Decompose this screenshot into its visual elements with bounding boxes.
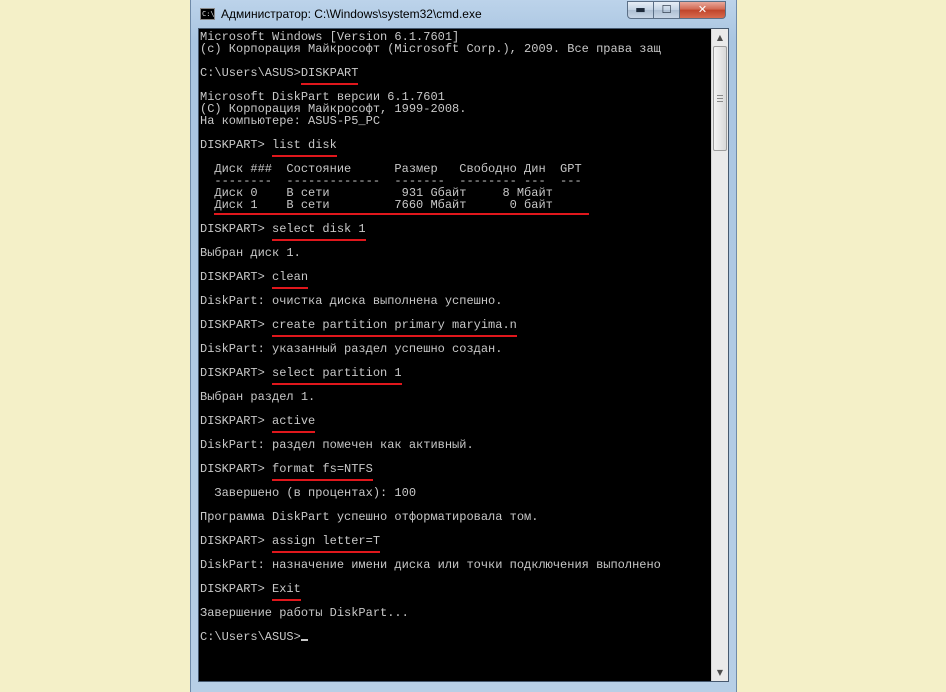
console-line: DISKPART> list disk (200, 139, 712, 151)
thumb-grip (717, 101, 723, 102)
highlighted-command: DISKPART (300, 66, 359, 80)
highlighted-command: Exit (272, 582, 301, 596)
console-line: Завершение работы DiskPart... (200, 606, 409, 620)
cmd-window: C:\ Администратор: C:\Windows\system32\c… (190, 0, 737, 692)
console-line: DiskPart: раздел помечен как активный. (200, 438, 474, 452)
highlighted-command: active (272, 414, 316, 428)
highlighted-command: select disk 1 (272, 222, 366, 236)
maximize-button[interactable]: ☐ (654, 1, 680, 19)
highlighted-command: list disk (272, 138, 337, 152)
command-prompt: DISKPART> (200, 138, 273, 152)
command-prompt: DISKPART> (200, 366, 273, 380)
title-bar[interactable]: C:\ Администратор: C:\Windows\system32\c… (191, 0, 736, 28)
console-line: DISKPART> clean (200, 271, 712, 283)
console-line: DiskPart: назначение имени диска или точ… (200, 558, 661, 572)
thumb-grip (717, 95, 723, 96)
command-prompt: DISKPART> (200, 582, 273, 596)
scroll-thumb[interactable] (713, 46, 727, 151)
console-line: C:\Users\ASUS> (200, 631, 712, 643)
vertical-scrollbar[interactable]: ▲ ▼ (711, 29, 728, 681)
command-prompt: DISKPART> (200, 462, 273, 476)
console-line: (c) Корпорация Майкрософт (Microsoft Cor… (200, 42, 661, 56)
command-prompt: DISKPART> (200, 318, 273, 332)
console-line: DISKPART> format fs=NTFS (200, 463, 712, 475)
text-cursor (300, 639, 308, 641)
console-line: DISKPART> assign letter=T (200, 535, 712, 547)
cmd-icon[interactable]: C:\ (200, 8, 215, 20)
highlighted-command: clean (272, 270, 309, 284)
console-line: DISKPART> active (200, 415, 712, 427)
console-area[interactable]: Microsoft Windows [Version 6.1.7601] (c) … (198, 28, 729, 682)
command-prompt: DISKPART> (200, 534, 273, 548)
scroll-down-button[interactable]: ▼ (712, 664, 728, 681)
thumb-grip (717, 98, 723, 99)
console-line: DiskPart: указанный раздел успешно созда… (200, 342, 503, 356)
console-line: DISKPART> create partition primary maryi… (200, 319, 712, 331)
minimize-button[interactable]: ▬ (627, 1, 654, 19)
console-line: Программа DiskPart успешно отформатирова… (200, 510, 539, 524)
window-title: Администратор: C:\Windows\system32\cmd.e… (221, 7, 482, 21)
highlighted-command: format fs=NTFS (272, 462, 373, 476)
highlighted-command: assign letter=T (272, 534, 381, 548)
console-line: Завершено (в процентах): 100 (200, 486, 417, 500)
scroll-up-button[interactable]: ▲ (712, 29, 728, 46)
command-prompt: DISKPART> (200, 414, 273, 428)
console-line: DiskPart: очистка диска выполнена успешн… (200, 294, 503, 308)
command-prompt: DISKPART> (200, 222, 273, 236)
console-line: DISKPART> select partition 1 (200, 367, 712, 379)
console-output[interactable]: Microsoft Windows [Version 6.1.7601] (c) … (200, 31, 712, 643)
command-prompt: DISKPART> (200, 270, 273, 284)
console-line: На компьютере: ASUS-P5_PC (200, 114, 381, 128)
highlighted-command: create partition primary maryima.n (272, 318, 517, 332)
console-line: DISKPART> Exit (200, 583, 712, 595)
console-line: C:\Users\ASUS>DISKPART (200, 67, 712, 79)
caption-buttons: ▬ ☐ ✕ (627, 1, 726, 19)
console-line: Диск 1 В сети 7660 Мбайт 0 байт (200, 198, 553, 212)
console-line: DISKPART> select disk 1 (200, 223, 712, 235)
console-line: Выбран раздел 1. (200, 390, 316, 404)
close-button[interactable]: ✕ (680, 1, 726, 19)
console-line: Выбран диск 1. (200, 246, 301, 260)
highlighted-command: select partition 1 (272, 366, 402, 380)
annotation-underline (214, 213, 589, 215)
command-prompt: C:\Users\ASUS> (200, 66, 301, 80)
